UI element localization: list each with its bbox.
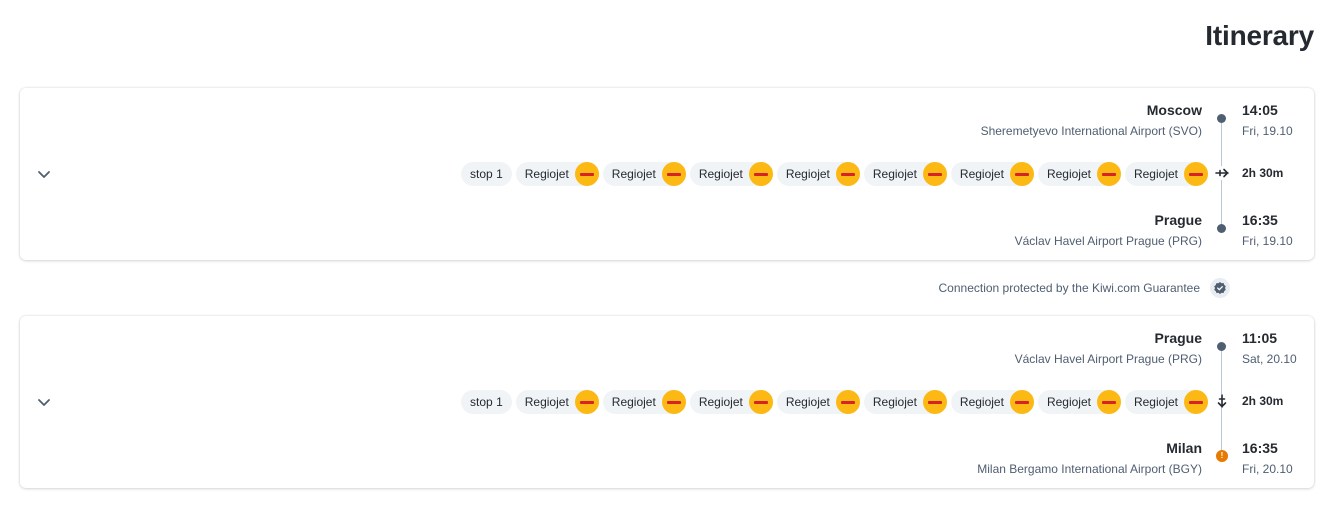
destination-time-block: 16:35 Fri, 20.10 bbox=[1242, 440, 1293, 476]
carrier-name: Regiojet bbox=[872, 167, 917, 181]
guarantee-badge[interactable] bbox=[1210, 278, 1230, 298]
origin-city: Prague bbox=[1154, 330, 1202, 346]
expand-segment-button[interactable] bbox=[32, 390, 56, 414]
origin-time-block: 14:05 Fri, 19.10 bbox=[1242, 102, 1293, 138]
carrier-name: Regiojet bbox=[524, 167, 569, 181]
page-title: Itinerary bbox=[1205, 20, 1314, 51]
segment-card-outbound[interactable]: Moscow Sheremetyevo International Airpor… bbox=[20, 88, 1314, 260]
carrier-logo-icon bbox=[922, 390, 947, 414]
flight-duration: 2h 30m bbox=[1242, 394, 1284, 408]
destination-airport: Václav Havel Airport Prague (PRG) bbox=[1014, 234, 1202, 248]
carrier-name: Regiojet bbox=[959, 395, 1004, 409]
carrier-name: Regiojet bbox=[785, 167, 830, 181]
origin-time-block: 11:05 Sat, 20.10 bbox=[1242, 330, 1297, 366]
carrier-chip: Regiojet bbox=[950, 390, 1034, 414]
carrier-name: Regiojet bbox=[1133, 395, 1178, 409]
origin-place: Prague Václav Havel Airport Prague (PRG) bbox=[1015, 330, 1202, 366]
shield-check-icon bbox=[1214, 282, 1226, 294]
carrier-logo-icon bbox=[1096, 162, 1121, 186]
carrier-logo-icon bbox=[1184, 390, 1208, 414]
carrier-chip: Regiojet bbox=[1037, 390, 1121, 414]
destination-place: Prague Václav Havel Airport Prague (PRG) bbox=[1015, 212, 1202, 248]
origin-place: Moscow Sheremetyevo International Airpor… bbox=[981, 102, 1202, 138]
carrier-chip: Regiojet bbox=[950, 162, 1034, 186]
carrier-name: Regiojet bbox=[1046, 167, 1091, 181]
carrier-logo-icon bbox=[661, 390, 686, 414]
arrival-date: Fri, 20.10 bbox=[1242, 462, 1293, 476]
carrier-name: Regiojet bbox=[872, 395, 917, 409]
carrier-logo-icon bbox=[574, 162, 599, 186]
carrier-logo-icon bbox=[835, 390, 860, 414]
carrier-chip: Regiojet bbox=[602, 162, 686, 186]
carrier-chip: Regiojet bbox=[515, 162, 599, 186]
carrier-name: Regiojet bbox=[785, 395, 830, 409]
arrival-time: 16:35 bbox=[1242, 440, 1278, 456]
carrier-logo-icon bbox=[661, 162, 686, 186]
stop-badge: stop 1 bbox=[461, 162, 512, 186]
carrier-chip: Regiojet bbox=[689, 162, 773, 186]
arrival-dot bbox=[1217, 224, 1226, 233]
carrier-chip: Regiojet bbox=[1037, 162, 1121, 186]
carrier-logo-icon bbox=[748, 390, 773, 414]
carrier-chip: Regiojet bbox=[1124, 390, 1208, 414]
carrier-logo-icon bbox=[1184, 162, 1208, 186]
carrier-name: Regiojet bbox=[959, 167, 1004, 181]
carrier-row: stop 1 Regiojet Regiojet Regiojet Regioj… bbox=[461, 390, 1208, 414]
carrier-name: Regiojet bbox=[524, 395, 569, 409]
carrier-chip: Regiojet bbox=[776, 390, 860, 414]
departure-dot bbox=[1217, 114, 1226, 123]
carrier-logo-icon bbox=[748, 162, 773, 186]
carrier-name: Regiojet bbox=[611, 395, 656, 409]
carrier-chip: Regiojet bbox=[689, 390, 773, 414]
flight-duration: 2h 30m bbox=[1242, 166, 1284, 180]
carrier-logo-icon bbox=[835, 162, 860, 186]
chevron-down-icon bbox=[38, 171, 50, 178]
carrier-name: Regiojet bbox=[1133, 167, 1178, 181]
carrier-name: Regiojet bbox=[611, 167, 656, 181]
destination-place: Milan Milan Bergamo International Airpor… bbox=[977, 440, 1202, 476]
carrier-chip: Regiojet bbox=[863, 162, 947, 186]
destination-airport: Milan Bergamo International Airport (BGY… bbox=[977, 462, 1202, 476]
arrival-warning-icon[interactable]: ! bbox=[1216, 450, 1228, 462]
destination-time-block: 16:35 Fri, 19.10 bbox=[1242, 212, 1293, 248]
origin-airport: Václav Havel Airport Prague (PRG) bbox=[1014, 352, 1202, 366]
carrier-logo-icon bbox=[922, 162, 947, 186]
carrier-name: Regiojet bbox=[698, 167, 743, 181]
carrier-chip: Regiojet bbox=[776, 162, 860, 186]
departure-dot bbox=[1217, 342, 1226, 351]
origin-airport: Sheremetyevo International Airport (SVO) bbox=[980, 124, 1202, 138]
carrier-logo-icon bbox=[1009, 390, 1034, 414]
chevron-down-icon bbox=[38, 399, 50, 406]
departure-date: Fri, 19.10 bbox=[1242, 124, 1293, 138]
arrival-time: 16:35 bbox=[1242, 212, 1278, 228]
carrier-name: Regiojet bbox=[1046, 395, 1091, 409]
departure-time: 11:05 bbox=[1242, 330, 1278, 346]
arrival-date: Fri, 19.10 bbox=[1242, 234, 1293, 248]
airplane-icon bbox=[1215, 166, 1229, 180]
carrier-logo-icon bbox=[1096, 390, 1121, 414]
carrier-chip: Regiojet bbox=[602, 390, 686, 414]
departure-time: 14:05 bbox=[1242, 102, 1278, 118]
destination-city: Milan bbox=[1166, 440, 1202, 456]
guarantee-text: Connection protected by the Kiwi.com Gua… bbox=[938, 281, 1200, 295]
carrier-logo-icon bbox=[1009, 162, 1034, 186]
airplane-icon bbox=[1215, 394, 1229, 408]
origin-city: Moscow bbox=[1146, 102, 1202, 118]
stop-badge: stop 1 bbox=[461, 390, 512, 414]
carrier-row: stop 1 Regiojet Regiojet Regiojet Regioj… bbox=[461, 162, 1208, 186]
destination-city: Prague bbox=[1154, 212, 1202, 228]
carrier-chip: Regiojet bbox=[863, 390, 947, 414]
expand-segment-button[interactable] bbox=[32, 162, 56, 186]
departure-date: Sat, 20.10 bbox=[1242, 352, 1297, 366]
carrier-chip: Regiojet bbox=[515, 390, 599, 414]
carrier-chip: Regiojet bbox=[1124, 162, 1208, 186]
carrier-logo-icon bbox=[574, 390, 599, 414]
segment-card-return[interactable]: Prague Václav Havel Airport Prague (PRG)… bbox=[20, 316, 1314, 488]
carrier-name: Regiojet bbox=[698, 395, 743, 409]
guarantee-notice: Connection protected by the Kiwi.com Gua… bbox=[939, 278, 1230, 298]
